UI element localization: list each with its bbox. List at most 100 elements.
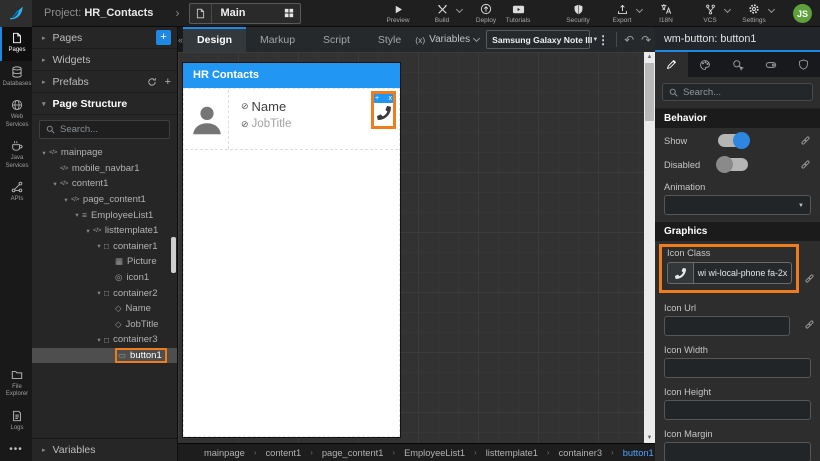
page-grid-icon[interactable]: [278, 8, 300, 18]
widget-close-icon[interactable]: x: [389, 95, 393, 102]
tree-node-picture[interactable]: ▦ Picture: [32, 254, 177, 270]
tree-node-name[interactable]: ◇ Name: [32, 301, 177, 317]
breadcrumb-item-container3[interactable]: container3: [559, 448, 602, 458]
topbar-action-security[interactable]: Security: [556, 0, 600, 27]
tree-node-container2[interactable]: ▾ □ container2: [32, 285, 177, 301]
topbar-action-build[interactable]: Build: [420, 0, 464, 27]
chevron-down-icon[interactable]: ▾: [72, 211, 82, 219]
tab-properties[interactable]: [655, 52, 688, 77]
panel-section-widgets[interactable]: ▸ Widgets: [32, 49, 177, 71]
show-toggle[interactable]: [718, 132, 750, 149]
rail-item-file-explorer[interactable]: File Explorer: [0, 364, 32, 405]
tab-styles[interactable]: [688, 52, 721, 77]
tree-node-mainpage[interactable]: ▾ </> mainpage: [32, 145, 177, 161]
chevron-down-icon[interactable]: ▾: [83, 227, 93, 235]
breadcrumb-item-mainpage[interactable]: mainpage: [204, 448, 245, 458]
panel-section-page-structure[interactable]: ▾ Page Structure: [32, 93, 177, 115]
employee-picture[interactable]: [185, 90, 229, 149]
rail-item-apis[interactable]: APIs: [0, 176, 32, 210]
breadcrumb-item-button1[interactable]: button1: [623, 448, 654, 458]
chevron-down-icon[interactable]: ▾: [50, 180, 60, 188]
redo-button[interactable]: ↷: [641, 33, 651, 47]
tree-node-listtemplate1[interactable]: ▾ </> listtemplate1: [32, 223, 177, 239]
employee-list-item[interactable]: ⊘ Name ⊘ JobTitle + x: [185, 90, 398, 150]
topbar-action-tutorials[interactable]: Tutorials: [496, 0, 540, 27]
rail-more-icon[interactable]: •••: [0, 438, 32, 461]
disabled-toggle[interactable]: [716, 156, 748, 173]
device-selector[interactable]: Samsung Galaxy Note III ▼: [486, 30, 598, 49]
panel-section-pages[interactable]: ▸ Pages +: [32, 27, 177, 49]
selected-phone-button[interactable]: + x: [371, 91, 396, 129]
icon-height-input[interactable]: [664, 400, 811, 420]
icon-width-input[interactable]: [664, 358, 811, 378]
rail-item-label: Pages: [8, 47, 26, 53]
rail-item-databases[interactable]: Databases: [0, 61, 32, 95]
scrollbar-thumb[interactable]: [645, 63, 654, 121]
variables-section[interactable]: ▸ Variables: [32, 438, 177, 461]
tab-device[interactable]: [754, 52, 787, 77]
chevron-down-icon[interactable]: ▾: [39, 149, 49, 157]
tree-node-jobtitle[interactable]: ◇ JobTitle: [32, 317, 177, 333]
tab-script[interactable]: Script: [309, 27, 364, 52]
tab-markup[interactable]: Markup: [246, 27, 309, 52]
add-icon[interactable]: +: [165, 76, 171, 88]
page-switcher[interactable]: Main: [189, 2, 302, 24]
topbar-action-export[interactable]: Export: [600, 0, 644, 27]
widget-add-icon[interactable]: +: [375, 95, 379, 102]
rail-item-logs[interactable]: Logs: [0, 405, 32, 439]
canvas-scrollbar[interactable]: ▲ ▼: [644, 52, 655, 443]
project-chevron-icon[interactable]: ›: [175, 6, 179, 20]
chevron-down-icon[interactable]: ▾: [94, 336, 104, 344]
icon-picker-button[interactable]: [667, 262, 693, 284]
chevron-down-icon[interactable]: ▾: [94, 242, 104, 250]
chevron-down-icon[interactable]: ▾: [94, 289, 104, 297]
tree-node-employeelist1[interactable]: ▾ ≡ EmployeeList1: [32, 207, 177, 223]
tab-style[interactable]: Style: [364, 27, 415, 52]
tab-security[interactable]: [787, 52, 820, 77]
topbar-action-settings[interactable]: Settings: [732, 0, 776, 27]
tree-node-page_content1[interactable]: ▾ </> page_content1: [32, 192, 177, 208]
bind-link-icon[interactable]: [804, 273, 815, 284]
tree-node-button1[interactable]: ▭ button1: [32, 347, 177, 364]
refresh-icon[interactable]: [147, 77, 157, 87]
tree-node-container3[interactable]: ▾ □ container3: [32, 332, 177, 348]
tree-search-input[interactable]: Search...: [39, 120, 170, 139]
rail-item-web-services[interactable]: Web Services: [0, 94, 32, 135]
panel-section-prefabs[interactable]: ▸ Prefabs +: [32, 71, 177, 93]
variables-dropdown[interactable]: (x) Variables: [415, 34, 481, 45]
bind-link-icon[interactable]: [804, 319, 815, 330]
breadcrumb-item-page_content1[interactable]: page_content1: [322, 448, 384, 458]
topbar-action-vcs[interactable]: VCS: [688, 0, 732, 27]
design-canvas[interactable]: HR Contacts ⊘ Name ⊘ JobTitle + x ▲ ▼: [178, 52, 655, 443]
tree-node-mobile_navbar1[interactable]: </> mobile_navbar1: [32, 161, 177, 177]
more-options-icon[interactable]: ⋮: [597, 34, 609, 46]
scroll-up-icon[interactable]: ▲: [644, 52, 655, 62]
rail-item-java-services[interactable]: Java Services: [0, 135, 32, 176]
add-page-button[interactable]: +: [156, 30, 171, 45]
icon-margin-input[interactable]: [664, 442, 811, 461]
bind-link-icon[interactable]: [800, 135, 811, 146]
bind-link-icon[interactable]: [800, 159, 811, 170]
tree-scrollbar[interactable]: [171, 237, 176, 273]
properties-search-input[interactable]: Search...: [662, 83, 813, 101]
tree-node-container1[interactable]: ▾ □ container1: [32, 239, 177, 255]
tree-node-content1[interactable]: ▾ </> content1: [32, 176, 177, 192]
undo-button[interactable]: ↶: [624, 33, 634, 47]
wavemaker-logo[interactable]: [0, 0, 32, 27]
icon-class-input[interactable]: wi wi-local-phone fa-2x: [693, 262, 792, 284]
icon-url-input[interactable]: [664, 316, 790, 336]
tab-design[interactable]: Design: [183, 27, 247, 52]
animation-select[interactable]: ▼: [664, 195, 811, 215]
topbar-action-i18n[interactable]: I18N: [644, 0, 688, 27]
user-avatar[interactable]: JS: [793, 4, 812, 23]
breadcrumb-item-content1[interactable]: content1: [266, 448, 302, 458]
mobile-page-content[interactable]: ⊘ Name ⊘ JobTitle + x: [183, 88, 400, 437]
rail-item-pages[interactable]: Pages: [0, 27, 32, 61]
breadcrumb-item-EmployeeList1[interactable]: EmployeeList1: [404, 448, 465, 458]
chevron-down-icon[interactable]: ▾: [61, 196, 71, 204]
tab-events[interactable]: [721, 52, 754, 77]
tree-node-icon1[interactable]: ◎ icon1: [32, 270, 177, 286]
topbar-action-preview[interactable]: Preview: [376, 0, 420, 27]
scroll-down-icon[interactable]: ▼: [644, 433, 655, 443]
breadcrumb-item-listtemplate1[interactable]: listtemplate1: [486, 448, 538, 458]
